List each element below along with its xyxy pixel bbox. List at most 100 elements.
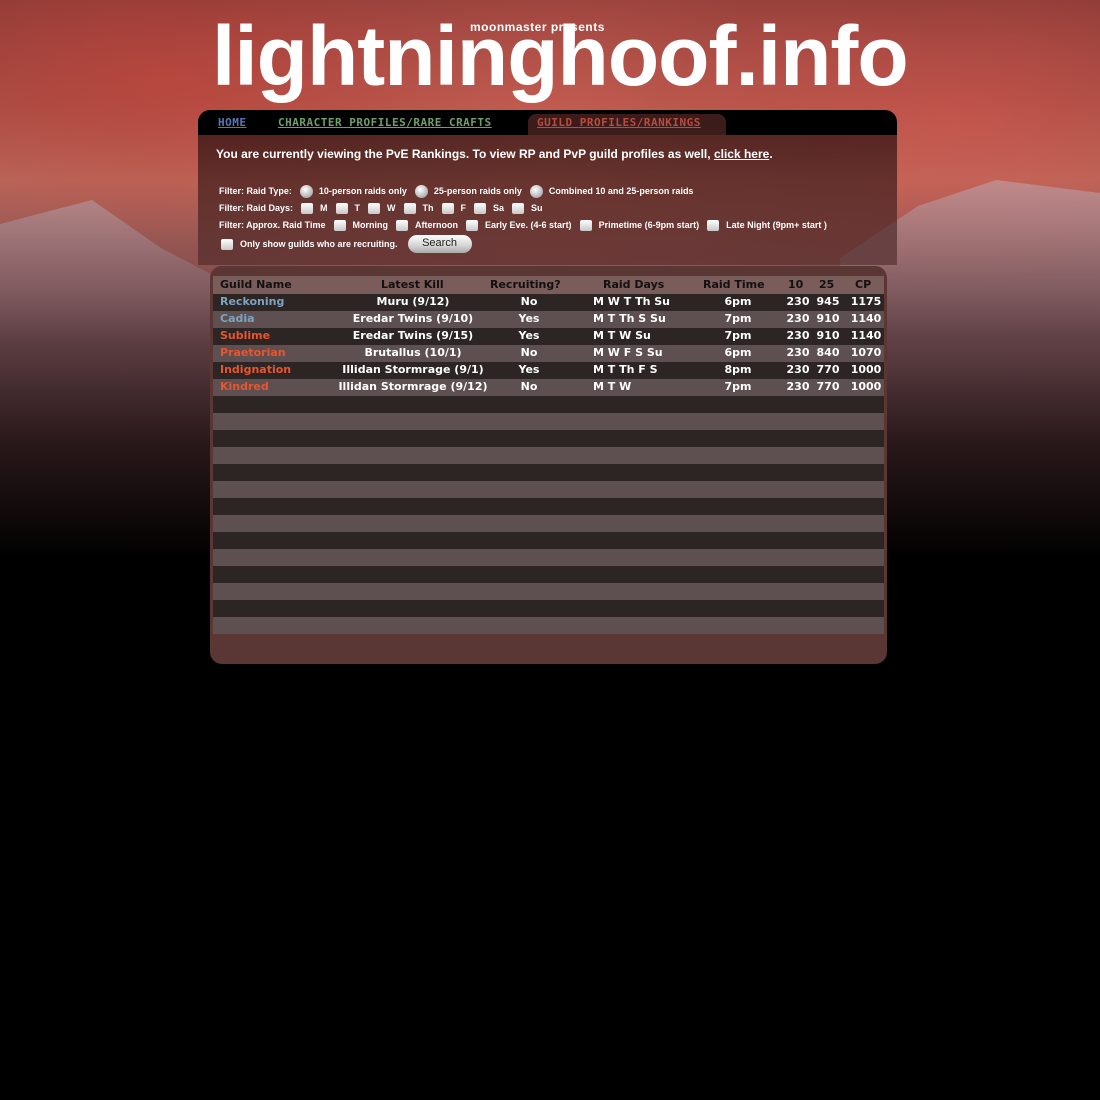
checkbox-recruiting[interactable] [221, 238, 233, 250]
recruiting-label: Only show guilds who are recruiting. [240, 239, 398, 249]
checkbox-day-t[interactable] [335, 202, 348, 214]
nav-guilds-link[interactable]: GUILD PROFILES/RANKINGS [537, 116, 701, 129]
nav-home-link[interactable]: HOME [218, 116, 247, 129]
points-25: 945 [816, 295, 840, 308]
table-row-empty [213, 464, 884, 481]
notice-end: . [769, 147, 773, 161]
raid-time: 7pm [724, 380, 752, 393]
table-row-empty [213, 549, 884, 566]
points-10: 230 [786, 312, 810, 325]
radio-label: 10-person raids only [318, 186, 407, 196]
latest-kill: Eredar Twins (9/10) [352, 312, 474, 325]
latest-kill: Brutallus (10/1) [364, 346, 462, 359]
recruiting-status: Yes [518, 363, 540, 376]
click-here-link[interactable]: click here [714, 147, 769, 161]
points-25: 910 [816, 329, 840, 342]
points-cp: 1140 [850, 312, 882, 325]
table-body: Reckoning Muru (9/12) No M W T Th Su 6pm 230 9… [213, 294, 884, 634]
table-row: Kindred Illidan Stormrage (9/12) No M T W 7p… [213, 379, 884, 396]
presents-tagline: moonmaster presents [470, 20, 605, 34]
points-10: 230 [786, 380, 810, 393]
raid-time: 8pm [724, 363, 752, 376]
points-25: 770 [816, 363, 840, 376]
header-cp: CP [855, 278, 872, 291]
points-10: 230 [786, 363, 810, 376]
raid-time: 6pm [724, 295, 752, 308]
main-nav: HOME CHARACTER PROFILES/RARE CRAFTS GUIL… [198, 110, 897, 135]
day-label: W [387, 203, 396, 213]
day-label: Su [531, 203, 543, 213]
raid-time-label: Filter: Approx. Raid Time [219, 220, 326, 230]
raid-days: M W T Th Su [593, 295, 670, 308]
raid-type-filter: Filter: Raid Type: 10-person raids only … [219, 183, 699, 199]
checkbox-day-w[interactable] [368, 202, 381, 214]
recruiting-status: No [520, 295, 538, 308]
raid-days: M T Th S Su [593, 312, 666, 325]
table-row-empty [213, 498, 884, 515]
points-10: 230 [786, 329, 810, 342]
checkbox-day-m[interactable] [301, 202, 314, 214]
rankings-table: Guild Name Latest Kill Recruiting? Raid … [210, 266, 887, 664]
checkbox-day-f[interactable] [441, 202, 454, 214]
time-label: Late Night (9pm+ start ) [726, 220, 827, 230]
table-header: Guild Name Latest Kill Recruiting? Raid … [213, 276, 884, 294]
radio-label: Combined 10 and 25-person raids [548, 186, 694, 196]
recruiting-status: Yes [518, 312, 540, 325]
radio-label: 25-person raids only [433, 186, 522, 196]
checkbox-morning[interactable] [333, 219, 346, 231]
latest-kill: Eredar Twins (9/15) [352, 329, 474, 342]
time-label: Primetime (6-9pm start) [598, 220, 700, 230]
time-label: Morning [352, 220, 389, 230]
radio-10-person[interactable] [299, 184, 313, 198]
table-row-empty [213, 600, 884, 617]
table-row-empty [213, 481, 884, 498]
table-row-empty [213, 430, 884, 447]
guild-name-link[interactable]: Kindred [220, 380, 269, 393]
points-cp: 1070 [850, 346, 882, 359]
checkbox-primetime[interactable] [579, 219, 592, 231]
recruiting-status: Yes [518, 329, 540, 342]
time-label: Afternoon [415, 220, 459, 230]
raid-days: M T W Su [593, 329, 651, 342]
checkbox-day-sa[interactable] [474, 202, 487, 214]
guild-name-link[interactable]: Praetorian [220, 346, 286, 359]
checkbox-day-th[interactable] [403, 202, 416, 214]
guild-name-link[interactable]: Indignation [220, 363, 291, 376]
raid-days: M T Th F S [593, 363, 658, 376]
checkbox-late-night[interactable] [707, 219, 720, 231]
day-label: M [320, 203, 328, 213]
day-label: Sa [493, 203, 505, 213]
points-25: 770 [816, 380, 840, 393]
header-raid-time: Raid Time [703, 278, 765, 291]
table-row: Reckoning Muru (9/12) No M W T Th Su 6pm 230 9… [213, 294, 884, 311]
header-25: 25 [819, 278, 835, 291]
raid-time: 6pm [724, 346, 752, 359]
table-row: Sublime Eredar Twins (9/15) Yes M T W Su 7pm… [213, 328, 884, 345]
header-latest-kill: Latest Kill [381, 278, 444, 291]
table-row-empty [213, 617, 884, 634]
checkbox-early-eve[interactable] [466, 219, 479, 231]
table-row-empty [213, 583, 884, 600]
latest-kill: Illidan Stormrage (9/1) [342, 363, 484, 376]
points-cp: 1140 [850, 329, 882, 342]
raid-time: 7pm [724, 329, 752, 342]
checkbox-afternoon[interactable] [396, 219, 409, 231]
checkbox-day-su[interactable] [512, 202, 525, 214]
header-10: 10 [788, 278, 804, 291]
header-recruiting: Recruiting? [490, 278, 561, 291]
table-row: Cadia Eredar Twins (9/10) Yes M T Th S Su 7p… [213, 311, 884, 328]
points-cp: 1175 [850, 295, 882, 308]
latest-kill: Illidan Stormrage (9/12) [338, 380, 488, 393]
guild-name-link[interactable]: Cadia [220, 312, 255, 325]
search-button[interactable]: Search [407, 235, 472, 253]
guild-name-link[interactable]: Sublime [220, 329, 270, 342]
table-row: Praetorian Brutallus (10/1) No M W F S Su 6p… [213, 345, 884, 362]
nav-characters-link[interactable]: CHARACTER PROFILES/RARE CRAFTS [278, 116, 492, 129]
radio-combined[interactable] [529, 184, 543, 198]
recruiting-status: No [520, 380, 538, 393]
guild-name-link[interactable]: Reckoning [220, 295, 284, 308]
radio-25-person[interactable] [414, 184, 428, 198]
time-label: Early Eve. (4-6 start) [485, 220, 572, 230]
notice-text: You are currently viewing the PvE Rankin… [216, 147, 711, 161]
points-cp: 1000 [850, 363, 882, 376]
